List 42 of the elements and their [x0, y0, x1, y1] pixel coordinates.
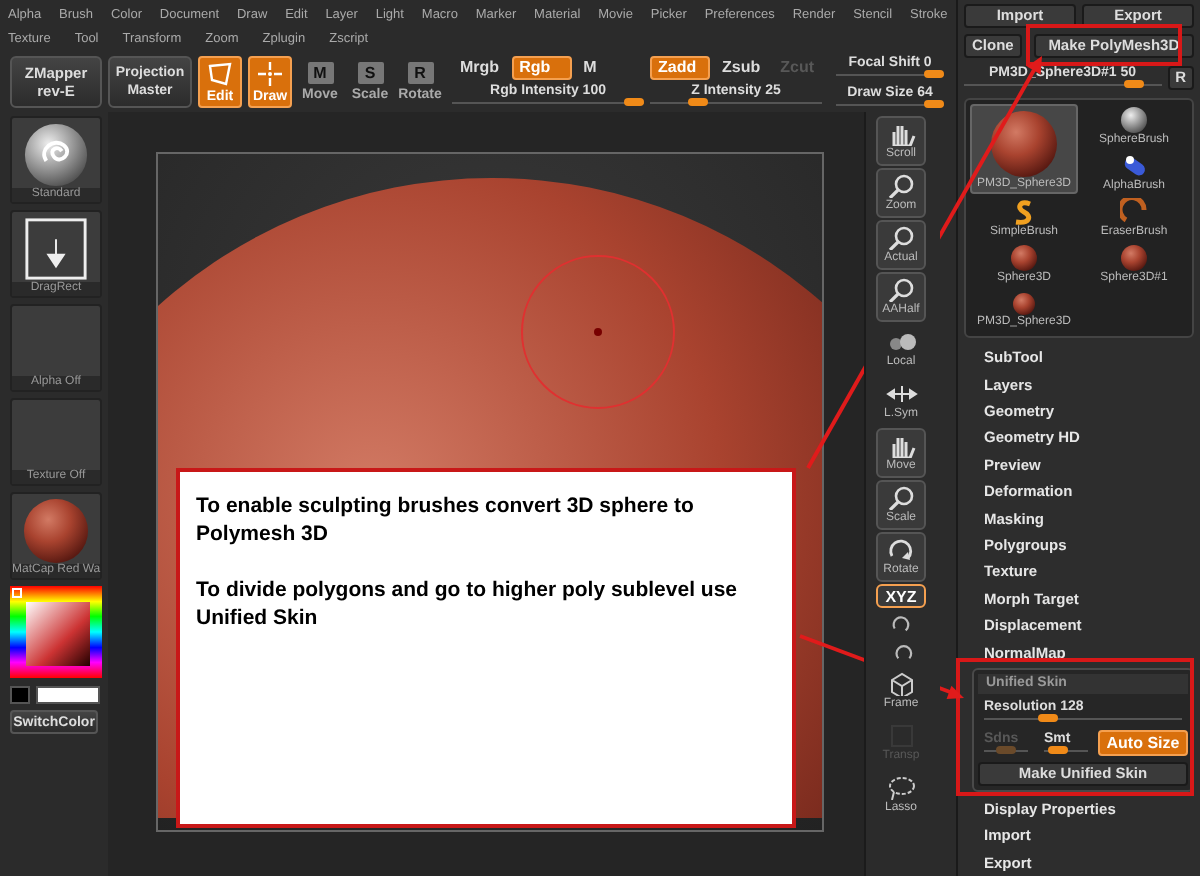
callout-text: To divide polygons and go to higher poly sublevel use Unified Skin: [196, 576, 739, 632]
slider-thumb[interactable]: [1048, 745, 1069, 754]
magnifier-icon: [885, 174, 917, 198]
swirl-sphere-icon: [22, 122, 90, 188]
tool-letter-icon: S: [357, 62, 383, 84]
double-arrow-icon: [885, 382, 917, 406]
auto-size-toggle[interactable]: Auto Size: [1098, 730, 1188, 757]
lasso-icon: [885, 776, 917, 800]
sphere-pair-icon: [885, 330, 917, 354]
edit-icon: [206, 61, 234, 85]
slider-thumb[interactable]: [924, 69, 944, 77]
view-button[interactable]: XYZ: [876, 584, 926, 608]
slider-thumb[interactable]: [1123, 80, 1144, 88]
slider-thumb[interactable]: [924, 99, 944, 107]
slider-thumb[interactable]: [624, 97, 644, 105]
color-swatch[interactable]: [10, 686, 30, 704]
z-mode-toggle[interactable]: Zsub: [714, 55, 769, 79]
sphere-icon: [990, 109, 1058, 177]
magnifier-icon: [885, 226, 917, 250]
z-mode-toggle[interactable]: Zadd: [650, 55, 710, 79]
color-swatch[interactable]: [35, 686, 100, 704]
arc-icon: [1120, 198, 1148, 226]
callout-text: To enable sculpting brushes convert 3D sphere to Polymesh 3D: [196, 492, 696, 548]
color-mode-toggle[interactable]: M: [575, 55, 605, 79]
magnifier-icon: [885, 486, 917, 510]
color-picker: [10, 586, 102, 678]
magnifier-icon: [885, 278, 917, 302]
slider-thumb[interactable]: [1037, 713, 1058, 722]
color-mode-toggle[interactable]: Rgb: [511, 55, 572, 79]
material-sphere-icon: [22, 498, 90, 564]
brush-cursor-icon: [520, 254, 676, 410]
sphere-icon: [1012, 292, 1036, 316]
sphere-icon: [1010, 244, 1038, 272]
cube-icon: [885, 672, 917, 696]
color-mode-toggle[interactable]: Mrgb: [452, 55, 508, 79]
slider-thumb[interactable]: [688, 97, 708, 105]
sphere-icon: [1120, 106, 1148, 134]
tool-letter-icon: M: [307, 62, 333, 84]
rotate-icon: [885, 538, 917, 562]
crosshair-icon: [256, 61, 284, 85]
tool-letter-icon: R: [407, 62, 433, 84]
sphere-icon: [1120, 244, 1148, 272]
